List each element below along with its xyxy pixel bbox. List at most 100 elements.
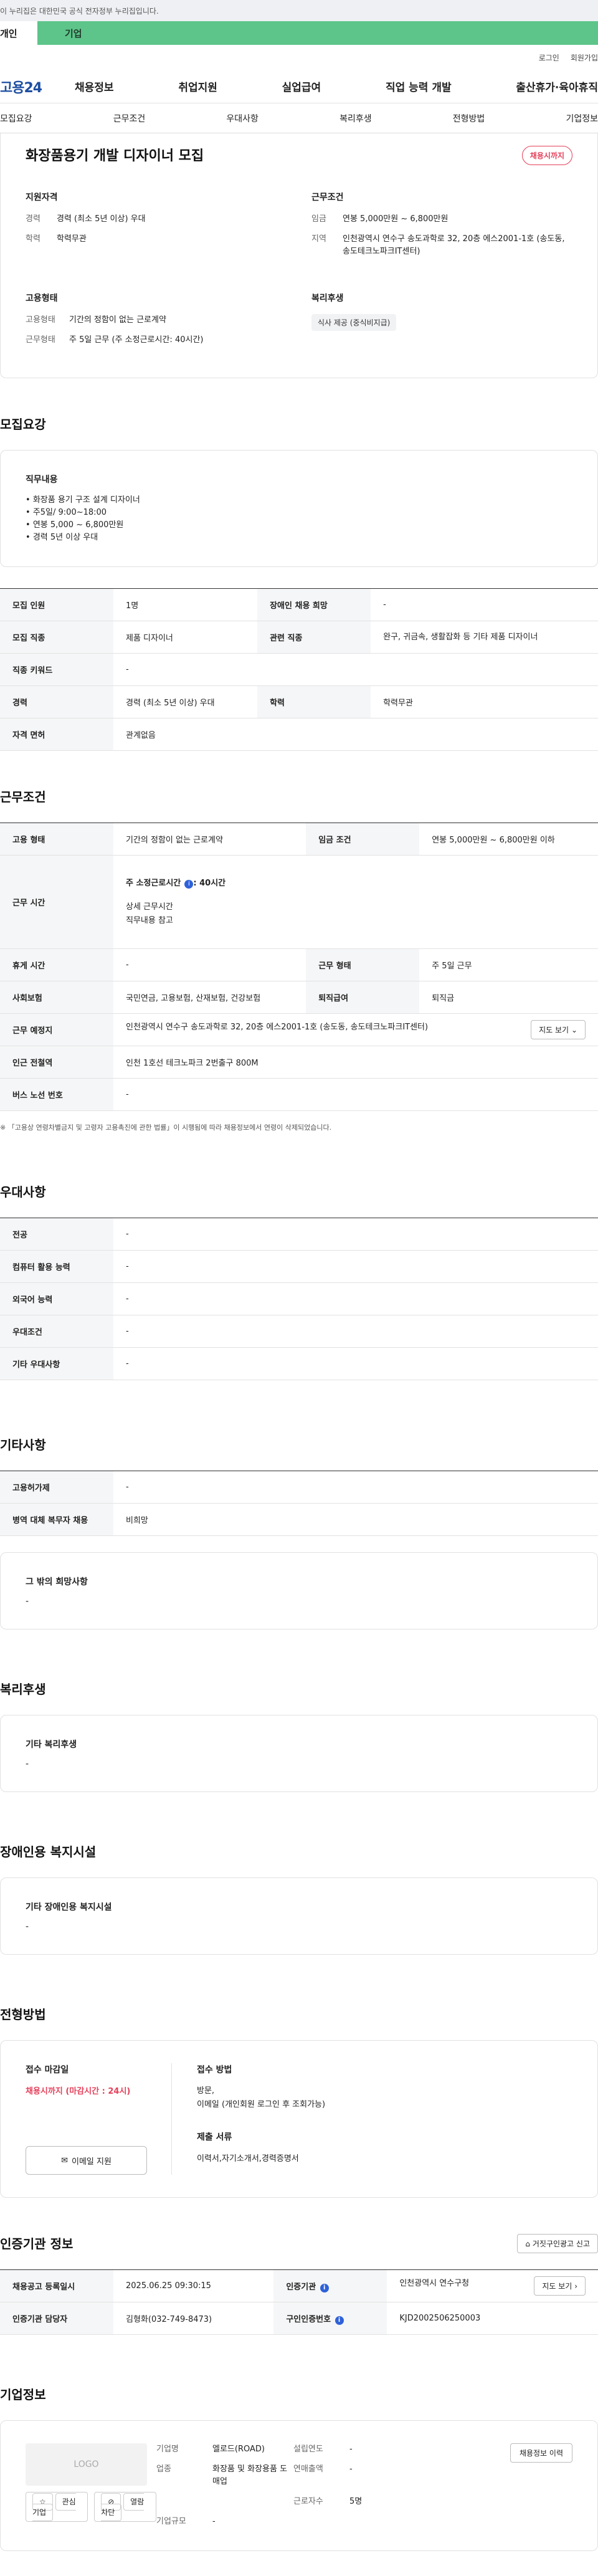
subnav-welfare[interactable]: 복리후생 <box>339 112 372 125</box>
signup-link[interactable]: 회원가입 <box>571 52 598 63</box>
subnav-recruit[interactable]: 모집요강 <box>0 112 32 125</box>
agency-table: 채용공고 등록일시 2025.06.25 09:30:15 인증기관 i 지도 … <box>0 2269 598 2335</box>
cell-value: 관계없음 <box>113 718 598 751</box>
gnb-item-jobs[interactable]: 채용정보 <box>75 79 114 94</box>
gnb-item-support[interactable]: 취업지원 <box>178 79 217 94</box>
tab-personal[interactable]: 개인 <box>0 21 37 45</box>
cell-header: 휴게 시간 <box>0 948 113 981</box>
cell-value: 김형화(032-749-8473) <box>113 2302 274 2335</box>
qualification-heading: 지원자격 <box>26 193 58 203</box>
age-note: ※ 「고용상 연령차별금지 및 고령자 고용촉진에 관한 법률」이 시행됨에 따… <box>0 1123 332 1132</box>
global-nav: 고용24 채용정보 취업지원 실업급여 직업 능력 개발 출산휴가·육아휴직 <box>0 70 598 103</box>
welfare-chip: 식사 제공 (중식비지급) <box>311 314 397 331</box>
other-wishes-heading: 그 밖의 희망사항 <box>26 1577 88 1587</box>
company-info-grid: 기업명 엘로드(ROAD) 설립연도 - 업종 화장품 및 화장용품 도매업 연… <box>156 2443 443 2528</box>
duty-box: 직무내용 화장품 용기 구조 설계 디자이너 주5일/ 9:00~18:00 연… <box>0 450 598 567</box>
block-view-button[interactable]: ⊘ 열람차단 <box>94 2492 156 2522</box>
workplace-cell: 지도 보기 ⌄ 인천광역시 연수구 송도과학로 32, 20층 에스2001-1… <box>113 1013 598 1046</box>
company-section-title: 기업정보 <box>0 2387 46 2402</box>
cell-header: 전공 <box>0 1218 113 1251</box>
subnav-preference[interactable]: 우대사항 <box>226 112 259 125</box>
email-apply-button[interactable]: ✉ 이메일 지원 <box>26 2146 147 2175</box>
recruit-table: 모집 인원 1명 장애인 채용 희망 - 모집 직종 제품 디자이너 관련 직종… <box>0 588 598 751</box>
agency-map-button[interactable]: 지도 보기 › <box>534 2276 586 2296</box>
site-logo[interactable]: 고용24 <box>0 77 75 97</box>
agency-section-title: 인증기관 정보 <box>0 2236 74 2251</box>
home-icon: ⌂ <box>525 2240 531 2248</box>
disabled-box: 기타 장애인용 복지시설 - <box>0 1877 598 1955</box>
conditions-section-title: 근무조건 <box>0 789 46 804</box>
gnb-item-unemployment[interactable]: 실업급여 <box>282 79 321 94</box>
disabled-box-value: - <box>26 1922 29 1932</box>
cell-header: 우대조건 <box>0 1315 113 1348</box>
cell-value: KJD2002506250003 <box>387 2302 598 2335</box>
table-row: 기타 우대사항 - <box>0 1347 598 1380</box>
work-label: 임금 <box>311 214 326 224</box>
company-value: 엘로드(ROAD) <box>212 2445 265 2454</box>
table-row: 인증기관 담당자 김형화(032-749-8473) 구인인증번호 i KJD2… <box>0 2302 598 2335</box>
conditions-table: 고용 형태 기간의 정함이 없는 근로계약 임금 조건 연봉 5,000만원 ~… <box>0 823 598 1111</box>
qual-label: 학력 <box>26 234 40 244</box>
job-history-button[interactable]: 채용정보 이력 <box>510 2443 572 2463</box>
workplace-address: 인천광역시 연수구 송도과학로 32, 20층 에스2001-1호 (송도동, … <box>126 1023 429 1032</box>
subnav-apply[interactable]: 전형방법 <box>453 112 485 125</box>
info-icon[interactable]: i <box>335 2316 344 2325</box>
cell-value: - <box>371 588 598 621</box>
gnb-item-leave[interactable]: 출산휴가·육아휴직 <box>516 79 598 94</box>
company-value: - <box>349 2464 353 2474</box>
cell-value: - <box>113 653 598 686</box>
cell-header: 인근 전철역 <box>0 1046 113 1079</box>
work-value: 인천광역시 연수구 송도과학로 32, 20층 에스2001-1호 (송도동, … <box>343 234 565 256</box>
info-icon[interactable]: i <box>320 2283 329 2292</box>
cell-value: - <box>113 948 306 981</box>
map-view-label: 지도 보기 <box>539 1026 569 1034</box>
section-nav: 모집요강 근무조건 우대사항 복리후생 전형방법 기업정보 <box>0 103 598 133</box>
company-label: 근로자수 <box>293 2497 323 2506</box>
tab-company[interactable]: 기업 <box>37 21 82 45</box>
site-tabs: 개인 기업 <box>0 21 598 45</box>
company-label: 기업명 <box>156 2445 179 2454</box>
cell-header: 채용공고 등록일시 <box>0 2269 113 2302</box>
subnav-conditions[interactable]: 근무조건 <box>113 112 146 125</box>
cell-header: 컴퓨터 활용 능력 <box>0 1250 113 1283</box>
table-row: 모집 인원 1명 장애인 채용 희망 - <box>0 588 598 621</box>
welfare-box: 기타 복리후생 - <box>0 1715 598 1792</box>
method-heading: 접수 방법 <box>197 2065 232 2075</box>
company-empty <box>212 2496 293 2508</box>
map-view-button[interactable]: 지도 보기 ⌄ <box>531 1020 586 1039</box>
subnav-company[interactable]: 기업정보 <box>566 112 598 125</box>
cell-value: 제품 디자이너 <box>113 621 258 654</box>
cell-value: - <box>113 1347 598 1380</box>
table-row: 우대조건 - <box>0 1315 598 1348</box>
cell-header: 직종 키워드 <box>0 653 113 686</box>
company-label: 연매출액 <box>293 2464 323 2474</box>
cell-header: 인증기관 담당자 <box>0 2302 113 2335</box>
login-link[interactable]: 로그인 <box>539 52 559 63</box>
table-row: 버스 노선 번호 - <box>0 1078 598 1111</box>
other-wishes-value: - <box>26 1596 29 1606</box>
cell-header: 버스 노선 번호 <box>0 1078 113 1111</box>
duty-heading: 직무내용 <box>26 475 58 485</box>
apply-method-col: 접수 방법 방문, 이메일 (개인회원 로그인 후 조회가능) 제출 서류 이력… <box>172 2063 325 2175</box>
qualification-block: 지원자격 경력 경력 (최소 5년 이상) 우대 학력 학력무관 <box>26 191 287 265</box>
gnb-item-training[interactable]: 직업 능력 개발 <box>386 79 452 94</box>
cell-header: 장애인 채용 희망 <box>257 588 371 621</box>
table-row: 컴퓨터 활용 능력 - <box>0 1250 598 1283</box>
apply-deadline-col: 접수 마감일 채용시까지 (마감시간 : 24시) ✉ 이메일 지원 <box>26 2063 172 2175</box>
info-icon[interactable]: i <box>184 879 194 889</box>
cell-header: 근무 시간 <box>0 855 113 949</box>
work-block: 근무조건 임금 연봉 5,000만원 ~ 6,800만원 지역 인천광역시 연수구 … <box>311 191 572 265</box>
cell-header: 경력 <box>0 685 113 718</box>
table-row: 휴게 시간 - 근무 형태 주 5일 근무 <box>0 948 598 981</box>
report-false-ad-button[interactable]: ⌂ 거짓구인광고 신고 <box>517 2234 598 2253</box>
cell-value: 비희망 <box>113 1503 598 1536</box>
company-label: 설립연도 <box>293 2445 323 2454</box>
employ-value: 기간의 정함이 없는 근로계약 <box>69 315 166 325</box>
company-value: - <box>212 2517 216 2526</box>
interest-company-button[interactable]: ☆ 관심기업 <box>26 2492 88 2522</box>
duty-item: 화장품 용기 구조 설계 디자이너 <box>26 494 572 507</box>
chevron-right-icon: › <box>574 2282 577 2291</box>
welfare-box-heading: 기타 복리후생 <box>26 1740 77 1750</box>
work-label: 지역 <box>311 234 326 244</box>
cell-value: 퇴직금 <box>419 981 598 1014</box>
